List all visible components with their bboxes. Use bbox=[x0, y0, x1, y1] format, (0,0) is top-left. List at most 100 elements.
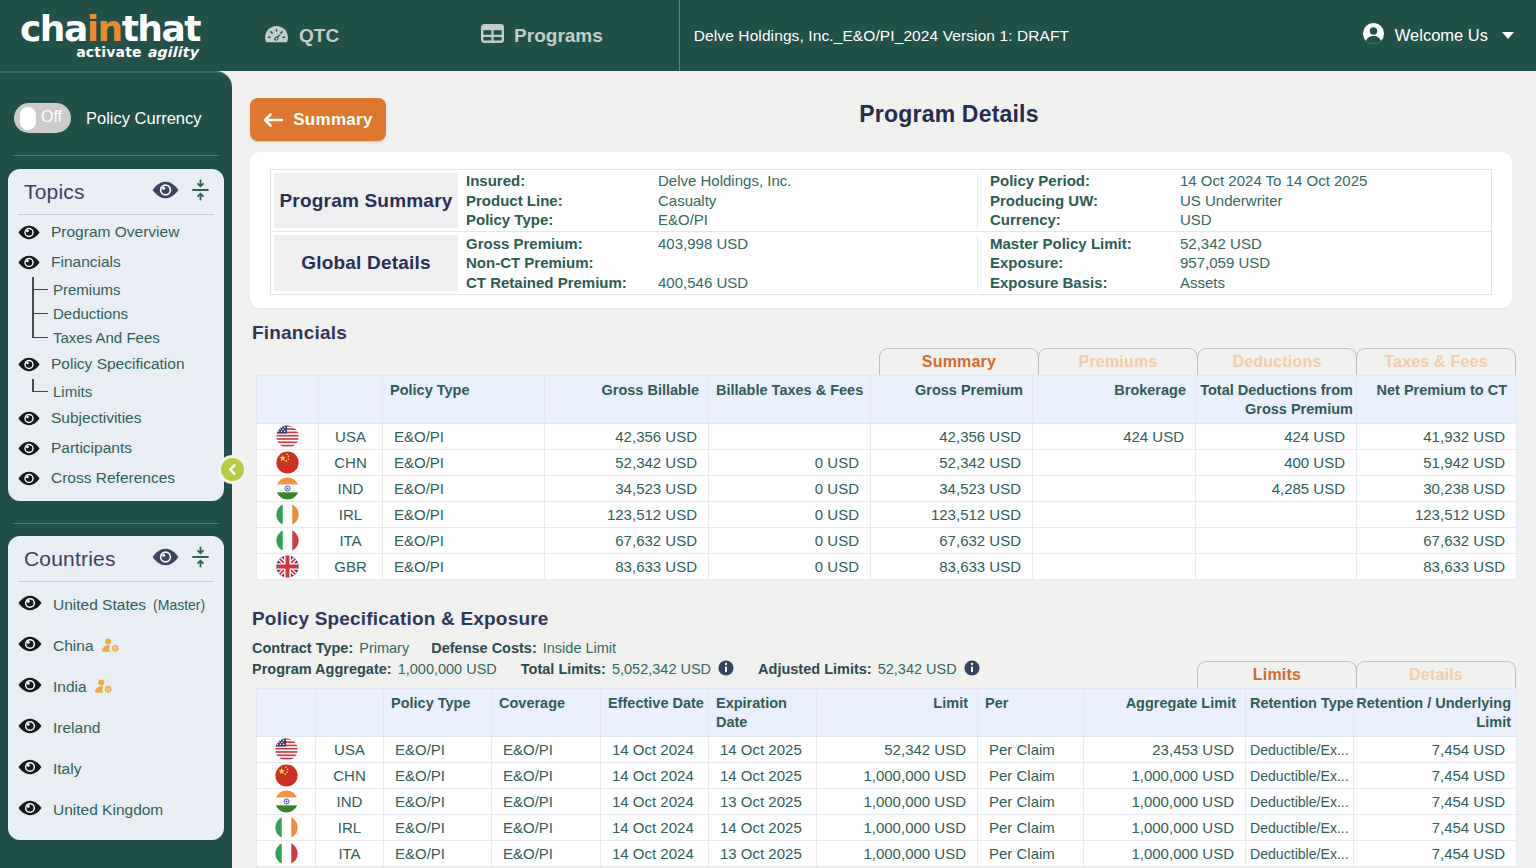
eye-icon[interactable] bbox=[18, 225, 40, 240]
policy-currency-toggle[interactable]: Off bbox=[14, 103, 71, 133]
column-header bbox=[319, 376, 383, 424]
topic-item[interactable]: Participants bbox=[18, 433, 214, 463]
country-label: India bbox=[53, 678, 87, 696]
field-value bbox=[658, 253, 977, 272]
collapse-all-icon[interactable] bbox=[191, 546, 210, 572]
field-label: Currency: bbox=[990, 210, 1180, 229]
country-item[interactable]: United Kingdom bbox=[18, 789, 214, 830]
financials-section-title: Financials bbox=[252, 322, 1512, 344]
table-cell: 67,632 USD bbox=[871, 528, 1033, 554]
tab-taxes-fees[interactable]: Taxes & Fees bbox=[1356, 348, 1516, 375]
eye-icon[interactable] bbox=[18, 718, 42, 738]
table-cell: 67,632 USD bbox=[1357, 528, 1517, 554]
table-cell: 1,000,000 USD bbox=[817, 841, 978, 867]
topic-item[interactable]: Program Overview bbox=[18, 217, 214, 247]
table-row[interactable]: ITAE&O/PIE&O/PI14 Oct 202413 Oct 20251,0… bbox=[257, 841, 1517, 867]
table-cell: 7,454 USD bbox=[1354, 841, 1517, 867]
eye-icon[interactable] bbox=[18, 411, 40, 426]
topic-label: Subjectivities bbox=[51, 409, 141, 427]
info-icon[interactable] bbox=[964, 660, 980, 676]
table-row[interactable]: IRLE&O/PI123,512 USD0 USD123,512 USD123,… bbox=[257, 502, 1517, 528]
table-cell: 14 Oct 2024 bbox=[601, 789, 709, 815]
brand-logo[interactable]: chainthat activate agility bbox=[20, 12, 200, 60]
collapse-all-icon[interactable] bbox=[191, 179, 210, 205]
meta-field: Program Aggregate:1,000,000 USD bbox=[252, 659, 497, 679]
table-row[interactable]: USAE&O/PI42,356 USD42,356 USD424 USD424 … bbox=[257, 424, 1517, 450]
table-cell: 23,453 USD bbox=[1084, 737, 1246, 763]
info-icon[interactable] bbox=[718, 660, 734, 676]
eye-icon[interactable] bbox=[18, 441, 40, 456]
table-cell: 0 USD bbox=[709, 450, 871, 476]
eye-icon[interactable] bbox=[18, 759, 42, 779]
tab-summary[interactable]: Summary bbox=[879, 348, 1039, 375]
eye-icon[interactable] bbox=[152, 548, 179, 570]
topic-child-item[interactable]: Taxes And Fees bbox=[32, 325, 214, 349]
table-cell bbox=[1033, 554, 1196, 580]
table-row[interactable]: CHNE&O/PI52,342 USD0 USD52,342 USD400 US… bbox=[257, 450, 1517, 476]
user-menu[interactable]: Welcome Us bbox=[1362, 22, 1514, 49]
meta-label: Contract Type: bbox=[252, 640, 353, 656]
field-value: Casualty bbox=[658, 191, 977, 210]
table-row[interactable]: INDE&O/PIE&O/PI14 Oct 202413 Oct 20251,0… bbox=[257, 789, 1517, 815]
table-row[interactable]: USAE&O/PIE&O/PI14 Oct 202414 Oct 202552,… bbox=[257, 737, 1517, 763]
eye-icon[interactable] bbox=[18, 357, 40, 372]
table-row[interactable]: INDE&O/PI34,523 USD0 USD34,523 USD4,285 … bbox=[257, 476, 1517, 502]
table-row[interactable]: GBRE&O/PI83,633 USD0 USD83,633 USD83,633… bbox=[257, 554, 1517, 580]
column-header: Effective Date bbox=[601, 689, 709, 737]
topic-child-label: Deductions bbox=[53, 305, 128, 322]
eye-icon[interactable] bbox=[152, 181, 179, 203]
table-cell: 123,512 USD bbox=[545, 502, 709, 528]
column-header: Aggregate Limit bbox=[1084, 689, 1246, 737]
table-row[interactable]: IRLE&O/PIE&O/PI14 Oct 202414 Oct 20251,0… bbox=[257, 815, 1517, 841]
country-item[interactable]: Ireland bbox=[18, 707, 214, 748]
eye-icon[interactable] bbox=[18, 800, 42, 820]
topic-label: Program Overview bbox=[51, 223, 179, 241]
brand-wordmark: chainthat bbox=[20, 12, 200, 46]
eye-icon[interactable] bbox=[18, 677, 42, 697]
eye-icon[interactable] bbox=[18, 636, 42, 656]
country-item[interactable]: China bbox=[18, 625, 214, 666]
tab-deductions[interactable]: Deductions bbox=[1197, 348, 1357, 375]
topic-item[interactable]: Policy Specification bbox=[18, 349, 214, 379]
table-cell: 30,238 USD bbox=[1357, 476, 1517, 502]
topic-item[interactable]: Cross References bbox=[18, 463, 214, 493]
meta-label: Adjusted Limits: bbox=[758, 661, 872, 677]
topic-item[interactable]: Financials bbox=[18, 247, 214, 277]
toggle-knob bbox=[20, 107, 36, 130]
field-value: 400,546 USD bbox=[658, 273, 977, 292]
table-row[interactable]: CHNE&O/PIE&O/PI14 Oct 202414 Oct 20251,0… bbox=[257, 763, 1517, 789]
eye-icon[interactable] bbox=[18, 255, 40, 270]
topic-child-item[interactable]: Limits bbox=[32, 379, 214, 403]
sidebar-collapse-button[interactable] bbox=[218, 455, 247, 484]
tab-premiums[interactable]: Premiums bbox=[1038, 348, 1198, 375]
eye-icon[interactable] bbox=[18, 471, 40, 486]
tab-limits[interactable]: Limits bbox=[1197, 661, 1357, 688]
table-cell: 424 USD bbox=[1033, 424, 1196, 450]
table-cell: 1,000,000 USD bbox=[1084, 841, 1246, 867]
field-label: Product Line: bbox=[466, 191, 658, 210]
table-row[interactable]: ITAE&O/PI67,632 USD0 USD67,632 USD67,632… bbox=[257, 528, 1517, 554]
flag-icon-ind bbox=[257, 476, 319, 502]
tab-details[interactable]: Details bbox=[1356, 661, 1516, 688]
table-cell: 7,454 USD bbox=[1354, 737, 1517, 763]
topic-child-item[interactable]: Deductions bbox=[32, 301, 214, 325]
nav-programs[interactable]: Programs bbox=[481, 24, 603, 48]
flag-icon-ind bbox=[257, 789, 316, 815]
table-cell: 83,633 USD bbox=[545, 554, 709, 580]
meta-label: Defense Costs: bbox=[431, 640, 537, 656]
table-cell: 52,342 USD bbox=[545, 450, 709, 476]
topic-child-item[interactable]: Premiums bbox=[32, 277, 214, 301]
country-item[interactable]: India bbox=[18, 666, 214, 707]
table-cell: 42,356 USD bbox=[871, 424, 1033, 450]
meta-value: 52,342 USD bbox=[878, 661, 957, 677]
top-bar: chainthat activate agility QTC Programs … bbox=[0, 0, 1536, 71]
country-item[interactable]: United States(Master) bbox=[18, 584, 214, 625]
eye-icon[interactable] bbox=[18, 595, 42, 615]
nav-qtc[interactable]: QTC bbox=[264, 23, 339, 49]
topic-item[interactable]: Subjectivities bbox=[18, 403, 214, 433]
topic-child-label: Limits bbox=[53, 383, 92, 400]
table-cell bbox=[1196, 502, 1357, 528]
summary-back-button[interactable]: Summary bbox=[250, 98, 386, 141]
flag-icon-irl bbox=[257, 502, 319, 528]
country-item[interactable]: Italy bbox=[18, 748, 214, 789]
